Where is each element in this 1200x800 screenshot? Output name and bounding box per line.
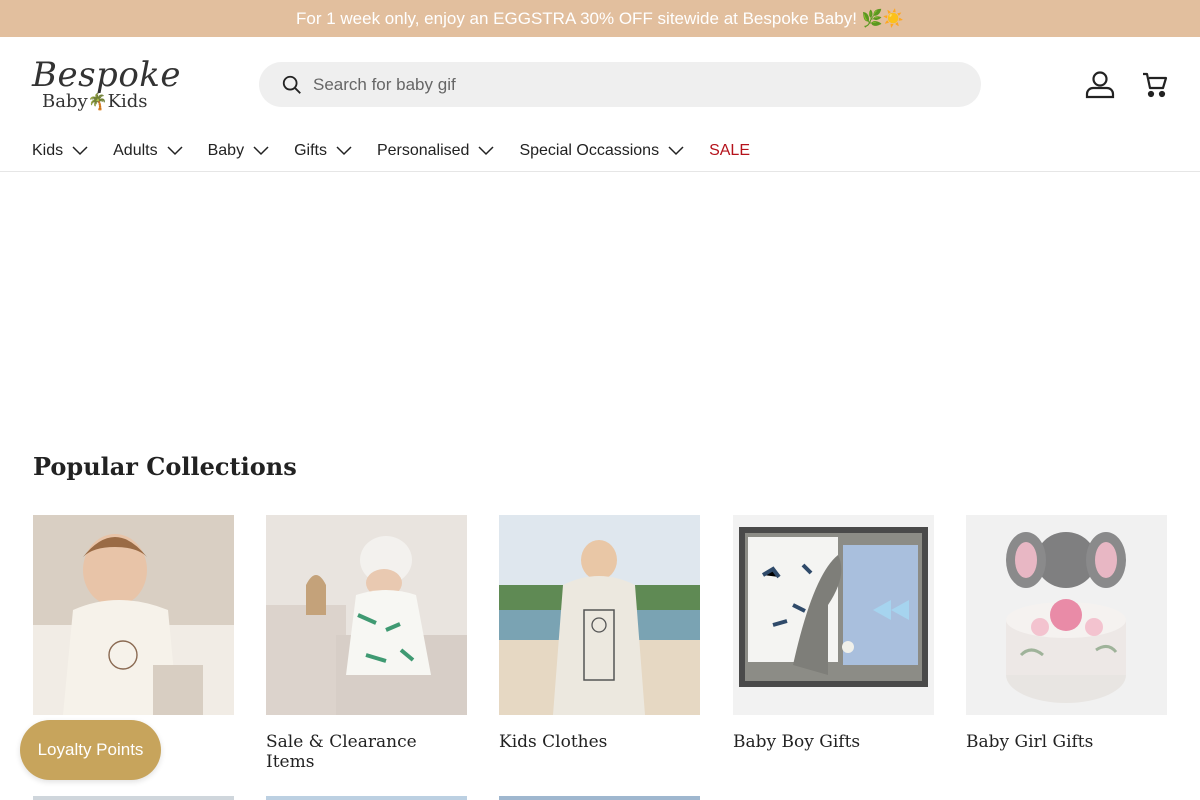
- cart-icon[interactable]: [1140, 70, 1170, 100]
- nav-personalised[interactable]: Personalised: [377, 142, 495, 160]
- logo-sub-left: Baby: [42, 91, 88, 112]
- collection-image[interactable]: [33, 515, 234, 715]
- collection-peek: [499, 796, 700, 800]
- collection-image[interactable]: [499, 515, 700, 715]
- nav-adults[interactable]: Adults: [113, 142, 183, 160]
- site-header: Bespoke Baby🌴Kids Kids Adults Baby: [0, 37, 1200, 172]
- nav-sale[interactable]: SALE: [709, 142, 750, 160]
- collection-label[interactable]: Kids Clothes: [499, 732, 700, 752]
- nav-baby[interactable]: Baby: [208, 142, 269, 160]
- nav-label: Personalised: [376, 142, 470, 159]
- logo-script: Bespoke: [32, 55, 182, 95]
- collection-peek: [266, 796, 467, 800]
- search-icon[interactable]: [281, 74, 303, 96]
- logo-subtitle: Baby🌴Kids: [42, 91, 148, 112]
- logo-sub-right: Kids: [107, 91, 148, 112]
- collection-card[interactable]: Baby Girl Gifts: [966, 515, 1167, 752]
- chevron-down-icon: [336, 146, 352, 156]
- nav-label: Baby: [207, 142, 245, 159]
- nav-label: Special Occassions: [519, 142, 660, 159]
- search-input[interactable]: [313, 74, 913, 95]
- palm-icon: 🌴: [87, 92, 108, 111]
- collection-label[interactable]: Baby Girl Gifts: [966, 732, 1167, 752]
- nav-label: Gifts: [294, 142, 327, 159]
- collection-image[interactable]: [966, 515, 1167, 715]
- chevron-down-icon: [478, 146, 494, 156]
- chevron-down-icon: [253, 146, 269, 156]
- loyalty-points-button[interactable]: Loyalty Points: [20, 720, 161, 780]
- collection-image[interactable]: [266, 515, 467, 715]
- announcement-text: For 1 week only, enjoy an EGGSTRA 30% OF…: [296, 8, 904, 28]
- collection-label[interactable]: Baby Boy Gifts: [733, 732, 934, 752]
- collection-peek: [33, 796, 234, 800]
- nav-label: Kids: [32, 142, 64, 159]
- chevron-down-icon: [167, 146, 183, 156]
- collection-card[interactable]: Baby Boy Gifts: [733, 515, 934, 752]
- hero-placeholder: [0, 172, 1200, 432]
- account-icon[interactable]: [1084, 68, 1116, 100]
- collection-image[interactable]: [733, 515, 934, 715]
- loyalty-label: Loyalty Points: [37, 740, 144, 759]
- chevron-down-icon: [72, 146, 88, 156]
- nav-sale-label: SALE: [709, 142, 750, 159]
- nav-label: Adults: [113, 142, 158, 159]
- chevron-down-icon: [668, 146, 684, 156]
- collection-card[interactable]: [33, 515, 234, 732]
- nav-special-occasions[interactable]: Special Occassions: [519, 142, 684, 160]
- logo[interactable]: Bespoke Baby🌴Kids: [32, 55, 181, 117]
- collection-label[interactable]: Sale & Clearance Items: [266, 732, 467, 772]
- main-nav: Kids Adults Baby Gifts Personalised Spec…: [32, 137, 775, 165]
- collection-card[interactable]: Sale & Clearance Items: [266, 515, 467, 772]
- nav-kids[interactable]: Kids: [32, 142, 88, 160]
- announcement-bar: For 1 week only, enjoy an EGGSTRA 30% OF…: [0, 0, 1200, 37]
- section-title: Popular Collections: [33, 452, 297, 481]
- search-bar[interactable]: [259, 62, 981, 107]
- nav-gifts[interactable]: Gifts: [294, 142, 352, 160]
- collection-card[interactable]: Kids Clothes: [499, 515, 700, 752]
